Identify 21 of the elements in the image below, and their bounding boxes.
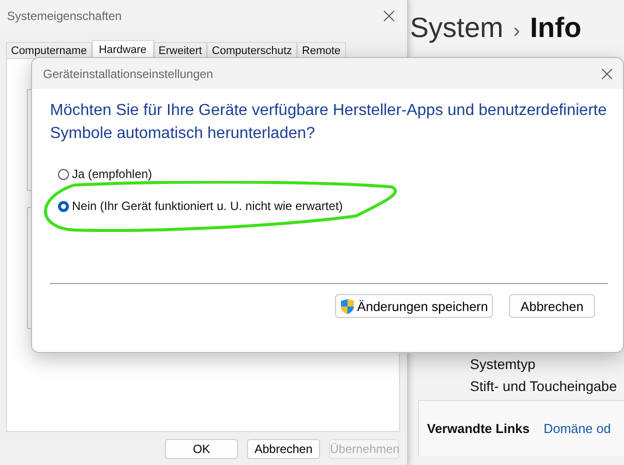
breadcrumb-parent[interactable]: System [410, 12, 504, 44]
window-title: Systemeigenschaften [7, 9, 122, 23]
spec-label: Systemtyp [470, 356, 536, 372]
dialog-button[interactable]: Änderungen speichern [335, 294, 493, 318]
dialog-button[interactable]: Abbrechen [509, 294, 595, 318]
dialog-button[interactable]: Abbrechen [247, 439, 320, 459]
radio-label[interactable]: Ja (empfohlen) [72, 167, 152, 181]
radio-button[interactable] [58, 200, 69, 212]
breadcrumb-separator: › [513, 20, 520, 43]
dialog-button[interactable]: OK [165, 439, 238, 459]
page-title: Info [530, 12, 582, 44]
dialog-title: Geräteinstallationseinstellungen [43, 66, 214, 80]
spec-label: Stift- und Toucheingabe [470, 378, 618, 394]
shield-icon [340, 298, 356, 314]
related-links-label: Verwandte Links [427, 421, 530, 436]
close-icon[interactable] [601, 68, 613, 80]
question-text: Möchten Sie für Ihre Geräte verfügbare Hersteller-Apps und benutzerdefinierte Symbole automatisch herunterladen? [50, 101, 608, 144]
close-icon[interactable] [383, 10, 395, 22]
radio-button[interactable] [58, 168, 69, 180]
related-link[interactable]: Domäne od [544, 421, 611, 436]
tab[interactable]: Computername [6, 42, 92, 59]
